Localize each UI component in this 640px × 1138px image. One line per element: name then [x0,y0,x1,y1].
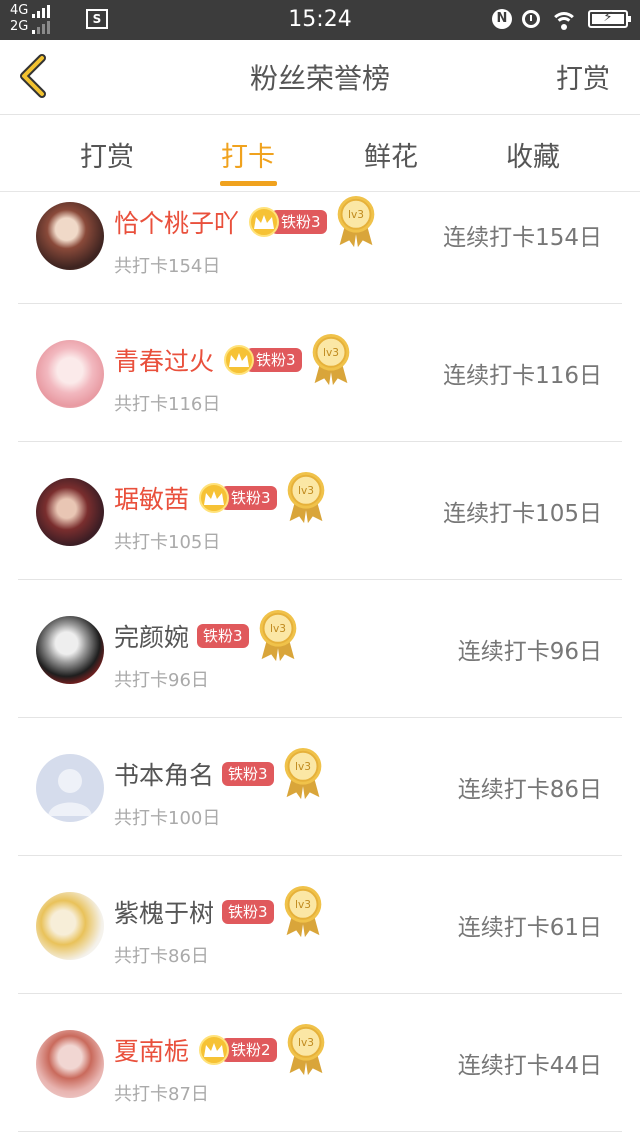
svg-text:lv3: lv3 [270,623,286,635]
status-bar: 4G 2G S 15:24 N ⚡ [0,0,640,40]
fan-level-badge: 铁粉3 [197,624,249,648]
avatar [36,892,104,960]
active-tab-indicator [220,181,277,186]
medal-icon: lv3 [336,195,375,249]
total-checkin-days: 共打卡87日 [114,1084,209,1105]
total-checkin-days: 共打卡116日 [114,394,221,415]
wifi-icon [550,8,578,30]
consecutive-checkin-days: 连续打卡105日 [443,501,602,527]
tab-flowers[interactable]: 鲜花 [320,135,462,174]
user-name: 紫槐于树 [114,899,215,928]
tab-reward[interactable]: 打赏 [36,135,178,174]
user-name: 恰个桃子吖 [114,209,240,238]
medal-icon: lv3 [258,609,297,663]
list-item[interactable]: 恰个桃子吖 铁粉3 lv3 共打卡154日 连续打卡154日 [0,192,640,304]
title-bar: 粉丝荣誉榜 打赏 [0,40,640,115]
medal-icon: lv3 [286,1023,325,1077]
medal-icon: lv3 [311,333,350,387]
tab-favorites[interactable]: 收藏 [462,135,604,174]
user-name: 青春过火 [114,347,215,376]
consecutive-checkin-days: 连续打卡154日 [443,225,602,251]
total-checkin-days: 共打卡86日 [114,946,209,967]
default-user-icon [48,769,92,816]
avatar [36,478,104,546]
svg-text:lv3: lv3 [298,1037,314,1049]
nfc-icon: N [492,9,512,29]
svg-text:lv3: lv3 [298,485,314,497]
user-name: 书本角名 [114,761,215,790]
user-name: 琚敏茜 [114,485,190,514]
svg-text:lv3: lv3 [348,209,364,221]
consecutive-checkin-days: 连续打卡96日 [457,639,602,665]
fan-level-badge: 铁粉3 [246,348,302,372]
page-title: 粉丝荣誉榜 [249,62,390,95]
list-item[interactable]: 琚敏茜 铁粉3 lv3 共打卡105日 连续打卡105日 [0,442,640,580]
medal-icon: lv3 [283,747,322,801]
medal-icon: lv3 [283,885,322,939]
checkin-ranking-list: 恰个桃子吖 铁粉3 lv3 共打卡154日 连续打卡154日 青春过火 铁粉3 … [0,192,640,1138]
svg-text:lv3: lv3 [295,761,311,773]
fan-level-badge: 铁粉3 [271,210,327,234]
user-name: 完颜婉 [114,623,190,652]
total-checkin-days: 共打卡154日 [114,256,221,277]
consecutive-checkin-days: 连续打卡44日 [457,1053,602,1079]
total-checkin-days: 共打卡105日 [114,532,221,553]
divider [18,1131,622,1132]
crown-icon [199,483,230,513]
svg-text:lv3: lv3 [323,347,339,359]
list-item[interactable]: 夏南栀 铁粉2 lv3 共打卡87日 连续打卡44日 [0,994,640,1132]
consecutive-checkin-days: 连续打卡116日 [443,363,602,389]
total-checkin-days: 共打卡100日 [114,808,221,829]
avatar [36,340,104,408]
total-checkin-days: 共打卡96日 [114,670,209,691]
fan-level-badge: 铁粉3 [222,762,274,786]
medal-icon: lv3 [286,471,325,525]
tab-checkin[interactable]: 打卡 [177,135,319,174]
avatar [36,1030,104,1098]
crown-icon [199,1035,230,1065]
avatar [36,754,104,822]
svg-text:lv3: lv3 [295,899,311,911]
consecutive-checkin-days: 连续打卡61日 [457,915,602,941]
fan-level-badge: 铁粉3 [221,486,277,510]
avatar [36,616,104,684]
list-item[interactable]: 青春过火 铁粉3 lv3 共打卡116日 连续打卡116日 [0,304,640,442]
fan-level-badge: 铁粉2 [221,1038,277,1062]
avatar [36,202,104,270]
tab-bar: 打赏 打卡 鲜花 收藏 [0,115,640,192]
consecutive-checkin-days: 连续打卡86日 [457,777,602,803]
alarm-icon [522,10,540,28]
user-name: 夏南栀 [114,1037,190,1066]
crown-icon [249,207,280,237]
battery-charging-icon: ⚡ [588,10,631,28]
reward-action-button[interactable]: 打赏 [556,57,610,96]
list-item[interactable]: 书本角名 铁粉3 lv3 共打卡100日 连续打卡86日 [0,718,640,856]
crown-icon [224,345,255,375]
fan-level-badge: 铁粉3 [222,900,274,924]
list-item[interactable]: 紫槐于树 铁粉3 lv3 共打卡86日 连续打卡61日 [0,856,640,994]
list-item[interactable]: 完颜婉 铁粉3 lv3 共打卡96日 连续打卡96日 [0,580,640,718]
